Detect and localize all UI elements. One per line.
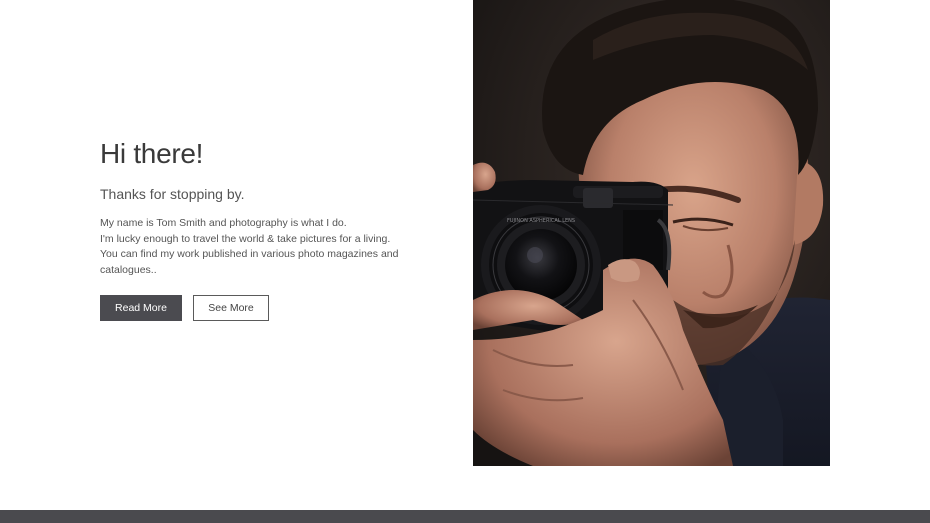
bio-line: catalogues.. xyxy=(100,263,157,276)
page-subheading: Thanks for stopping by. xyxy=(100,186,245,202)
lens-text: FUJINON ASPHERICAL LENS xyxy=(507,218,575,224)
see-more-button[interactable]: See More xyxy=(193,295,269,321)
bio-line: You can find my work published in variou… xyxy=(100,248,399,260)
bio-line: I'm lucky enough to travel the world & t… xyxy=(100,232,391,245)
intro-section: Hi there! Thanks for stopping by. My nam… xyxy=(100,138,430,278)
read-more-button[interactable]: Read More xyxy=(100,295,182,321)
action-buttons: Read More See More xyxy=(100,295,269,321)
page: Hi there! Thanks for stopping by. My nam… xyxy=(0,0,930,523)
bio-line: My name is Tom Smith and photography is … xyxy=(100,217,347,229)
footer-bar xyxy=(0,510,930,523)
page-heading: Hi there! xyxy=(100,138,204,169)
photographer-photo: FUJINON ASPHERICAL LENS xyxy=(473,0,830,466)
bio-text: My name is Tom Smith and photography is … xyxy=(100,216,430,278)
